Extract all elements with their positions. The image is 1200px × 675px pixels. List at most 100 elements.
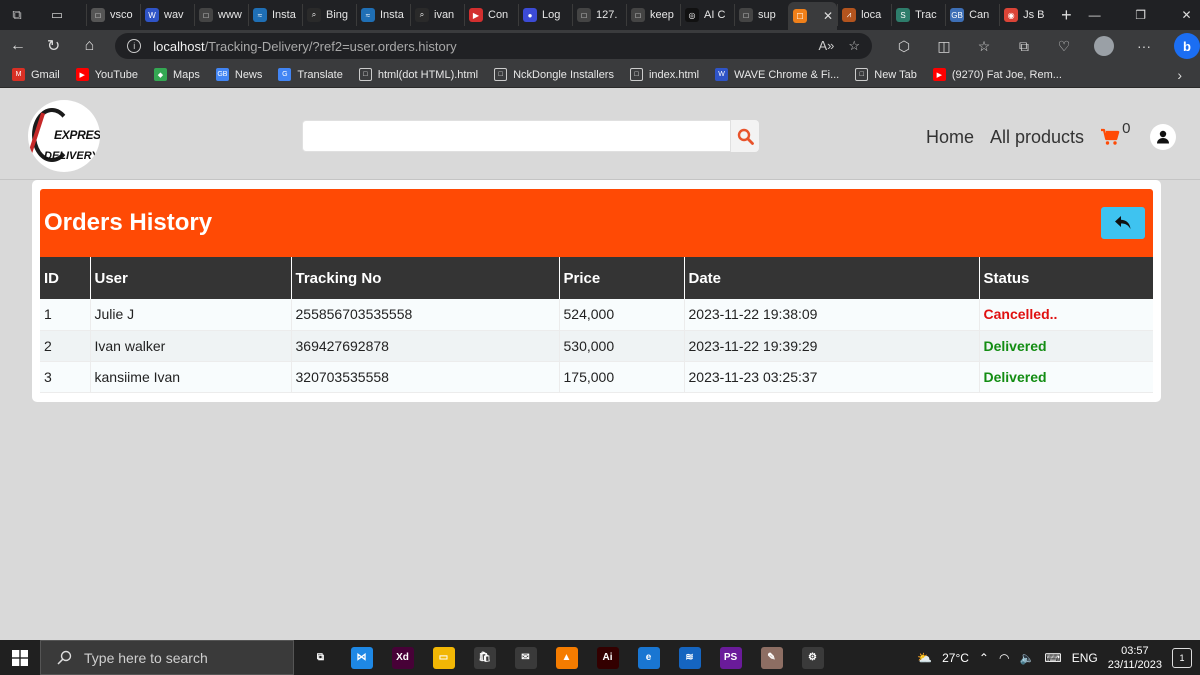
close-tab-icon[interactable]: ✕ [823, 9, 833, 23]
browser-tab[interactable]: Wwav [140, 4, 194, 26]
browser-tab[interactable]: □ sup [734, 4, 788, 26]
orders-history-card: Orders History ID User Tracking No Price Dat… [32, 180, 1161, 402]
express-delivery-logo[interactable]: EXPRESS DELIVERY [28, 100, 100, 172]
back-button[interactable] [1101, 207, 1145, 239]
tab-actions-icon[interactable]: ▭ [46, 4, 68, 26]
collections-icon[interactable]: ⧉ [1004, 38, 1044, 55]
user-icon [1157, 130, 1170, 144]
nav-home-link[interactable]: Home [926, 127, 974, 148]
home-icon[interactable]: ⌂ [72, 30, 108, 62]
address-bar[interactable]: i localhost/Tracking-Delivery/?ref2=user… [115, 33, 872, 59]
bookmark-item[interactable]: ◆ Maps [153, 68, 200, 81]
tab-bar-leading-icons: ⧉ ▭ [0, 0, 86, 30]
bookmark-item[interactable]: G Translate [278, 68, 343, 81]
notifications-badge[interactable]: 1 [1172, 647, 1192, 668]
taskbar-app[interactable]: e [628, 640, 669, 675]
start-button[interactable] [0, 640, 40, 675]
weather-icon[interactable]: ⛅ [917, 651, 932, 665]
cart-button[interactable]: 0 [1100, 120, 1130, 146]
favorites-icon[interactable]: ☆ [964, 38, 1004, 55]
column-header: Tracking No [291, 257, 560, 299]
network-icon[interactable]: ◠ [999, 651, 1009, 665]
taskbar-app[interactable]: PS [710, 640, 751, 675]
user-account-button[interactable] [1150, 124, 1177, 150]
weather-temp[interactable]: 27°C [942, 651, 969, 665]
clock[interactable]: 03:57 23/11/2023 [1108, 644, 1162, 672]
tab-strip: □ vsco Wwav □ www ≈ Insta ⌕ Bing ≈ Insta ⌕ ivan ▶ Con ●… [86, 0, 1053, 30]
table-cell-user: kansiime Ivan [90, 361, 292, 393]
browser-tab[interactable]: ▶ Con [464, 4, 518, 26]
browser-tab[interactable]: □ keep [626, 4, 680, 26]
read-aloud-icon[interactable]: A» [818, 38, 834, 54]
browser-tab[interactable]: ⩘ loca [837, 4, 891, 26]
taskbar-app[interactable]: ⋈ [341, 640, 382, 675]
taskbar-app[interactable]: ✉ [505, 640, 546, 675]
browser-tab[interactable]: ◎ AI C [680, 4, 734, 26]
tab-label: Con [488, 9, 509, 21]
system-tray: ⛅ 27°C ⌃ ◠ 🔈 ⌨ ENG 03:57 23/11/2023 1 [917, 644, 1200, 672]
browser-tab[interactable]: ◉ Js B [999, 4, 1053, 26]
taskbar-app[interactable]: ⚙ [792, 640, 833, 675]
taskbar-app[interactable]: ✎ [751, 640, 792, 675]
bookmark-item[interactable]: W WAVE Chrome & Fi... [715, 68, 839, 81]
taskbar-app[interactable]: ▲ [546, 640, 587, 675]
volume-icon[interactable]: 🔈 [1019, 651, 1034, 665]
bookmark-item[interactable]: ▶ (9270) Fat Joe, Rem... [932, 68, 1062, 81]
favorite-star-icon[interactable]: ☆ [848, 38, 860, 54]
new-tab-button[interactable]: + [1061, 5, 1072, 26]
browser-tab[interactable]: ● Log [518, 4, 572, 26]
browser-tab[interactable]: □ vsco [86, 4, 140, 26]
bookmark-label: index.html [648, 68, 700, 81]
tab-active[interactable]: ☐ ✕ [788, 2, 838, 30]
bing-copilot-icon[interactable]: b [1174, 33, 1200, 59]
taskbar-search[interactable]: Type here to search [40, 640, 294, 675]
split-screen-icon[interactable]: ◫ [924, 38, 964, 55]
browser-essentials-icon[interactable]: ♡ [1044, 38, 1084, 55]
table-row: 1 Julie J 255856703535558 524,000 2023-11-22… [40, 299, 1153, 331]
search-button[interactable] [731, 120, 759, 152]
bookmark-item[interactable]: □ New Tab [855, 68, 917, 81]
search-input[interactable] [302, 120, 732, 152]
bookmark-label: html(dot HTML).html [377, 68, 479, 81]
taskbar-app[interactable]: ⧉ [300, 640, 341, 675]
taskbar-app[interactable]: Ai [587, 640, 628, 675]
taskbar-app[interactable]: Xd [382, 640, 423, 675]
browser-tab[interactable]: □ 127. [572, 4, 626, 26]
site-info-icon[interactable]: i [127, 39, 142, 53]
bookmark-item[interactable]: GB News [215, 68, 262, 81]
keyboard-icon[interactable]: ⌨ [1044, 651, 1061, 665]
profile-avatar[interactable] [1094, 36, 1114, 56]
window-controls: — ❐ ✕ [1072, 0, 1200, 30]
search-icon [737, 128, 754, 145]
taskbar-app[interactable]: ≋ [669, 640, 710, 675]
close-window-icon[interactable]: ✕ [1164, 0, 1200, 30]
browser-tab[interactable]: ≈ Insta [248, 4, 302, 26]
browser-tab[interactable]: □ www [194, 4, 248, 26]
taskbar-app[interactable]: 🛍 [464, 640, 505, 675]
language-indicator[interactable]: ENG [1072, 651, 1098, 665]
restore-icon[interactable]: ❐ [1118, 0, 1164, 30]
taskbar-app[interactable]: ▭ [423, 640, 464, 675]
refresh-icon[interactable]: ↻ [36, 30, 72, 62]
browser-tab[interactable]: GB Can [945, 4, 999, 26]
bookmark-label: YouTube [94, 68, 138, 81]
bookmark-label: NckDongle Installers [513, 68, 614, 81]
bookmark-item[interactable]: ▶ YouTube [75, 68, 138, 81]
tab-favicon-icon: ☐ [793, 9, 807, 23]
browser-tab[interactable]: ⌕ Bing [302, 4, 356, 26]
bookmark-item[interactable]: □ html(dot HTML).html [358, 68, 479, 81]
minimize-icon[interactable]: — [1072, 0, 1118, 30]
browser-tab[interactable]: S Trac [891, 4, 945, 26]
browser-tab[interactable]: ≈ Insta [356, 4, 410, 26]
back-icon[interactable]: ← [0, 30, 36, 62]
nav-all-products-link[interactable]: All products [990, 127, 1084, 148]
browser-tab[interactable]: ⌕ ivan [410, 4, 464, 26]
bookmark-item[interactable]: M Gmail [12, 68, 60, 81]
bookmark-item[interactable]: □ index.html [629, 68, 700, 81]
workspaces-icon[interactable]: ⧉ [6, 4, 28, 26]
bookmarks-overflow-icon[interactable]: › [1177, 67, 1182, 83]
extensions-icon[interactable]: ⬡ [884, 38, 924, 55]
more-menu-icon[interactable]: ··· [1124, 38, 1164, 54]
tray-overflow-icon[interactable]: ⌃ [979, 651, 989, 665]
bookmark-item[interactable]: □ NckDongle Installers [494, 68, 614, 81]
